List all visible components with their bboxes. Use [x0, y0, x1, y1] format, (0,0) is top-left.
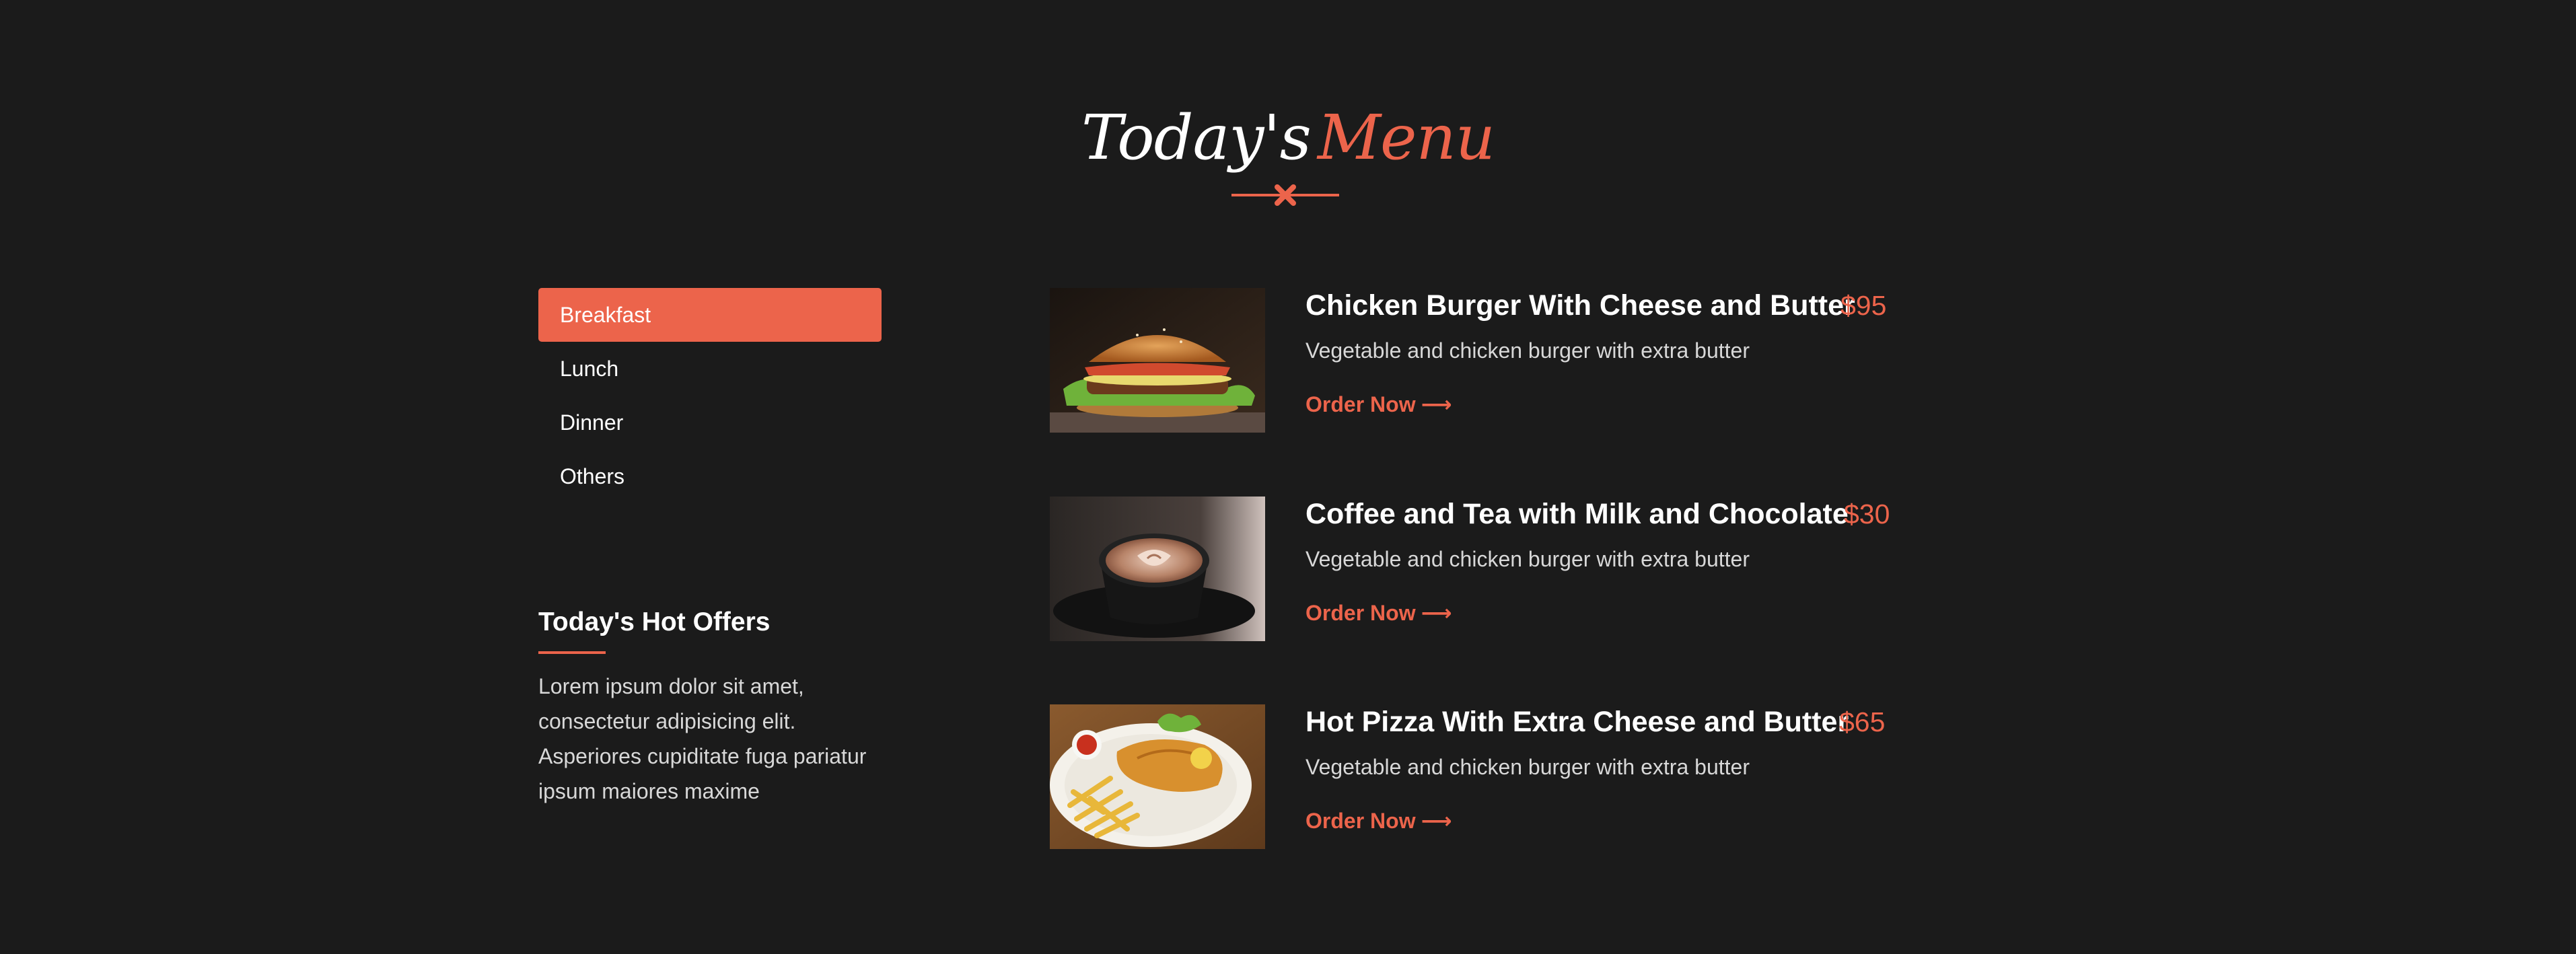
coffee-photo: [1050, 497, 1265, 641]
heading-divider-icon: [1231, 184, 1339, 206]
item-title: Chicken Burger With Cheese and Butter: [1305, 289, 1855, 322]
item-description: Vegetable and chicken burger with extra …: [1305, 547, 1750, 571]
item-price: $95: [1840, 290, 1887, 321]
category-tabs: Breakfast Lunch Dinner Others: [538, 288, 882, 503]
burger-photo: [1050, 288, 1265, 433]
order-now-label: Order Now: [1305, 601, 1416, 625]
order-now-label: Order Now: [1305, 809, 1416, 833]
menu-page: Today's Menu Breakfast Lunch Dinner Other…: [0, 0, 2576, 954]
arrow-right-icon: ⟶: [1421, 601, 1452, 625]
fish-and-chips-photo: [1050, 704, 1265, 849]
menu-item: Hot Pizza With Extra Cheese and Butter $…: [1050, 704, 1898, 849]
tab-others[interactable]: Others: [538, 449, 882, 503]
menu-item: Coffee and Tea with Milk and Chocolate $…: [1050, 497, 1898, 641]
menu-item: Chicken Burger With Cheese and Butter $9…: [1050, 288, 1898, 433]
tab-lunch[interactable]: Lunch: [538, 342, 882, 396]
arrow-right-icon: ⟶: [1421, 392, 1452, 416]
hot-offers: Today's Hot Offers Lorem ipsum dolor sit…: [538, 600, 888, 809]
item-price: $65: [1839, 706, 1886, 737]
item-title: Coffee and Tea with Milk and Chocolate: [1305, 498, 1849, 530]
tab-dinner[interactable]: Dinner: [538, 396, 882, 449]
section-heading: Today's Menu: [0, 94, 2576, 182]
heading-word-menu: Menu: [1317, 102, 1495, 174]
order-now-label: Order Now: [1305, 392, 1416, 416]
item-title: Hot Pizza With Extra Cheese and Butter: [1305, 706, 1849, 738]
hot-offers-title: Today's Hot Offers: [538, 608, 771, 636]
heading-word-todays: Today's: [1081, 102, 1312, 174]
order-now-link[interactable]: Order Now ⟶: [1305, 807, 1452, 835]
order-now-link[interactable]: Order Now ⟶: [1305, 390, 1452, 418]
item-description: Vegetable and chicken burger with extra …: [1305, 755, 1750, 779]
order-now-link[interactable]: Order Now ⟶: [1305, 599, 1452, 627]
item-description: Vegetable and chicken burger with extra …: [1305, 338, 1750, 363]
hot-offers-underline: [538, 651, 606, 654]
tab-breakfast[interactable]: Breakfast: [538, 288, 882, 342]
arrow-right-icon: ⟶: [1421, 809, 1452, 833]
hot-offers-text: Lorem ipsum dolor sit amet, consectetur …: [538, 674, 867, 803]
item-price: $30: [1844, 499, 1890, 529]
